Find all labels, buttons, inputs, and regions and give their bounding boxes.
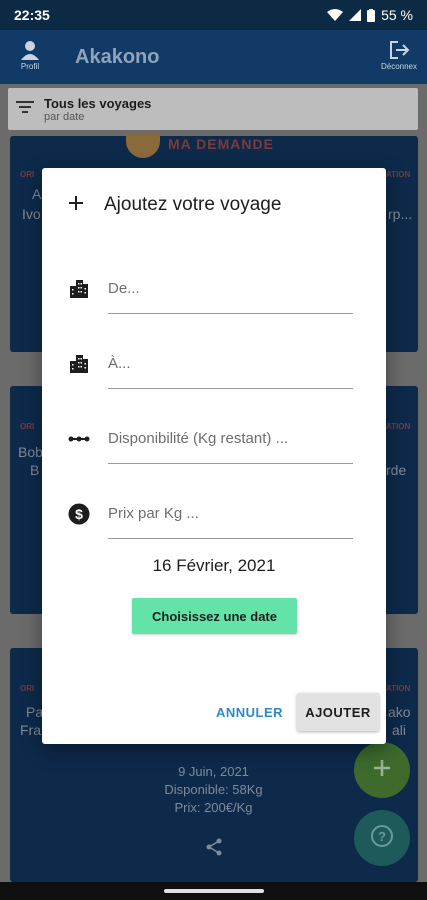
app-title: Akakono [75, 46, 160, 68]
price-input[interactable] [108, 495, 353, 531]
to-field [68, 339, 360, 391]
profile-button[interactable]: Profil [14, 40, 46, 71]
logout-label: Déconnex [380, 62, 418, 71]
card-dest-line1: ako [388, 704, 411, 720]
logout-icon [388, 41, 410, 62]
share-icon[interactable] [205, 838, 223, 861]
field-underline [108, 388, 353, 389]
person-icon [20, 41, 40, 62]
filter-bar[interactable]: Tous les voyages par date [8, 88, 418, 130]
svg-text:$: $ [75, 506, 83, 522]
origin-tag: ORI [20, 170, 35, 179]
profile-label: Profil [20, 62, 40, 71]
card-origin-line2: Ivo [22, 206, 41, 222]
to-input[interactable] [108, 345, 353, 381]
origin-tag: ORI [20, 684, 35, 693]
trip-price: Prix: 200€/Kg [174, 800, 253, 815]
selected-date: 16 Février, 2021 [152, 556, 276, 575]
dots-icon [68, 428, 90, 450]
filter-title: Tous les voyages [44, 95, 152, 111]
city-icon [68, 353, 90, 375]
field-underline [108, 463, 353, 464]
help-icon: ? [370, 824, 394, 853]
dollar-icon: $ [68, 503, 90, 525]
help-fab[interactable]: ? [354, 810, 410, 866]
destination-tag: ATION [386, 170, 411, 179]
capacity-input[interactable] [108, 420, 353, 456]
battery-level: 55 % [381, 7, 413, 23]
add-trip-fab[interactable] [354, 742, 410, 798]
card-dest-line2: ali [392, 722, 407, 738]
system-nav-bar [0, 882, 427, 900]
cancel-button[interactable]: ANNULER [208, 694, 291, 730]
destination-tag: ATION [386, 684, 411, 693]
home-gesture-handle[interactable] [163, 889, 264, 893]
wifi-icon [327, 9, 344, 21]
origin-tag: ORI [20, 422, 35, 431]
battery-icon [367, 8, 376, 22]
price-field: $ [68, 489, 360, 541]
card-origin-line1: Bob [18, 444, 43, 460]
destination-tag: ATION [386, 422, 411, 431]
banner-title: MA DEMANDE [168, 136, 274, 152]
field-underline [108, 538, 353, 539]
city-icon [68, 278, 90, 300]
dialog-header: Ajoutez votre voyage [68, 194, 281, 216]
dialog-title: Ajoutez votre voyage [104, 194, 282, 215]
from-input[interactable] [108, 270, 353, 306]
card-dest-line2: rde [386, 462, 407, 478]
capacity-field [68, 414, 360, 466]
plus-icon [68, 195, 84, 216]
signal-icon [349, 9, 362, 21]
field-underline [108, 313, 353, 314]
card-origin-line1: Pa [26, 704, 44, 720]
status-time: 22:35 [14, 7, 50, 23]
status-bar: 22:35 55 % [0, 0, 427, 30]
add-trip-dialog: Ajoutez votre voyage $ 16 Février, 2021 … [42, 168, 386, 744]
card-origin-line2: Fra [20, 722, 41, 738]
svg-text:?: ? [378, 829, 386, 844]
card-origin-line1: A [32, 186, 42, 202]
app-bar: Profil Akakono Déconnex [0, 30, 427, 84]
logout-button[interactable]: Déconnex [379, 40, 419, 71]
filter-subtitle: par date [44, 110, 85, 123]
plus-icon [373, 759, 391, 782]
from-field [68, 264, 360, 316]
card-origin-line2: B [30, 462, 40, 478]
add-button[interactable]: AJOUTER [297, 693, 379, 731]
pick-date-button[interactable]: Choisissez une date [132, 598, 297, 634]
filter-icon [16, 100, 34, 119]
card-dest-line2: rp... [388, 206, 413, 222]
